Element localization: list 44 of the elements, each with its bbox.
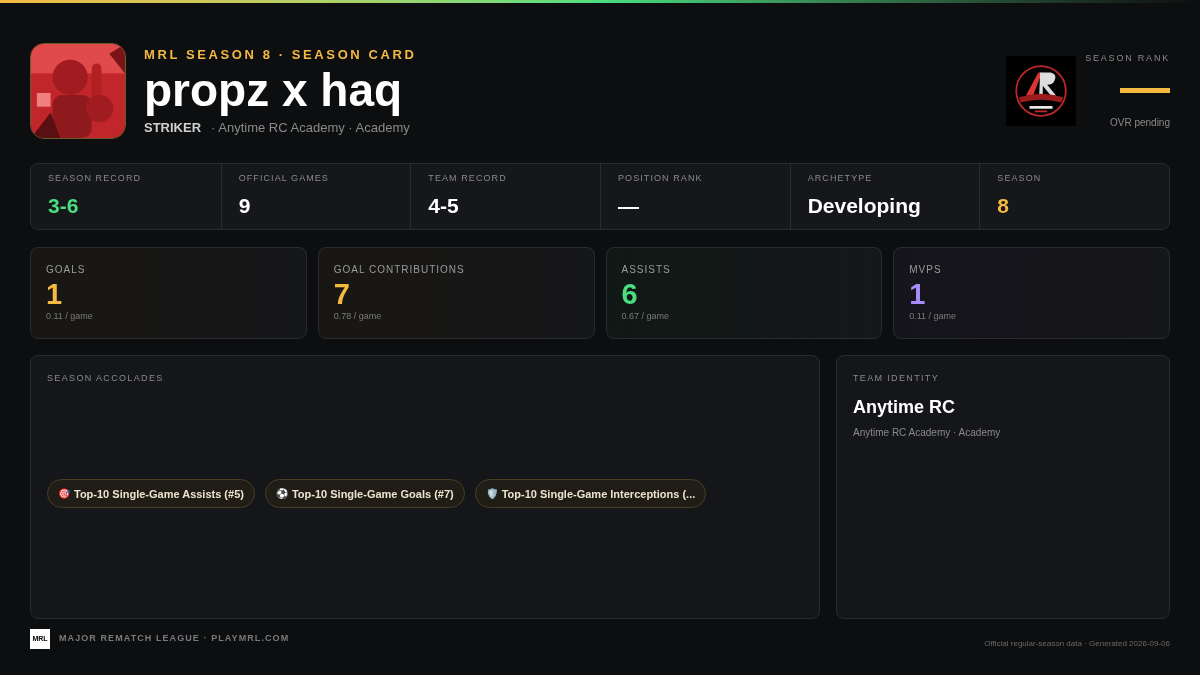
panel-title: TEAM IDENTITY: [853, 372, 941, 385]
season-card-eyebrow: MRL SEASON 8 · SEASON CARD: [144, 45, 418, 64]
stat-value: 6: [621, 278, 639, 310]
team-line: · Anytime RC Academy · Academy: [211, 119, 410, 137]
panel-title: SEASON ACCOLADES: [47, 372, 165, 385]
accolade-emoji-icon: 🎯: [58, 486, 70, 502]
record-label: ARCHETYPE: [807, 172, 874, 185]
record-label: SEASON RECORD: [48, 172, 143, 185]
per-game-text: 0.78 / game: [333, 310, 383, 323]
per-game-text: 0.11 / game: [46, 310, 94, 323]
stat-label: MVPS: [909, 263, 943, 277]
stat-value: 7: [333, 278, 351, 310]
generated-note: Official regular-season data · Generated 2026-09-06: [984, 638, 1170, 650]
accolade-emoji-icon: 🛡: [485, 486, 498, 502]
accolade-text: Top-10 Single-Game Goals (#7): [291, 486, 454, 502]
stat-label: GOAL CONTRIBUTIONS: [333, 263, 466, 277]
per-game-text: 0.11 / game: [909, 310, 958, 323]
season-rank-label: SEASON RANK: [1085, 52, 1170, 65]
player-position: STRIKER: [144, 119, 202, 137]
accolade-text: Top-10 Single-Game Assists (#5): [74, 486, 244, 502]
record-label: POSITION RANK: [618, 172, 704, 185]
accolade-emoji-icon: ⚽: [275, 486, 288, 502]
record-value: Developing: [807, 192, 922, 219]
rank-dash-icon: [1120, 87, 1170, 93]
record-value: —: [618, 192, 640, 219]
per-game-text: 0.67 / game: [621, 310, 671, 323]
player-name: propz x haq: [144, 64, 404, 116]
record-value: 3-6: [48, 192, 80, 219]
record-label: TEAM RECORD: [428, 172, 508, 185]
ovr-note: OVR pending: [1109, 116, 1170, 130]
stat-value: 1: [909, 278, 927, 310]
record-value: 4-5: [428, 192, 460, 219]
stat-label: GOALS: [46, 263, 87, 277]
record-label: SEASON: [997, 172, 1043, 185]
stat-label: ASSISTS: [621, 263, 672, 277]
record-value: 8: [997, 192, 1010, 219]
stat-value: 1: [46, 278, 64, 310]
accolade-text: Top-10 Single-Game Interceptions (...: [501, 486, 696, 502]
team-logo-icon: [1006, 56, 1076, 126]
record-value: 9: [238, 192, 252, 219]
team-subtitle: Anytime RC Academy · Academy: [853, 425, 1002, 440]
league-footer-text: MAJOR REMATCH LEAGUE · PLAYMRL.COM: [59, 632, 290, 646]
team-name: Anytime RC: [853, 395, 956, 419]
record-label: OFFICIAL GAMES: [238, 172, 330, 185]
